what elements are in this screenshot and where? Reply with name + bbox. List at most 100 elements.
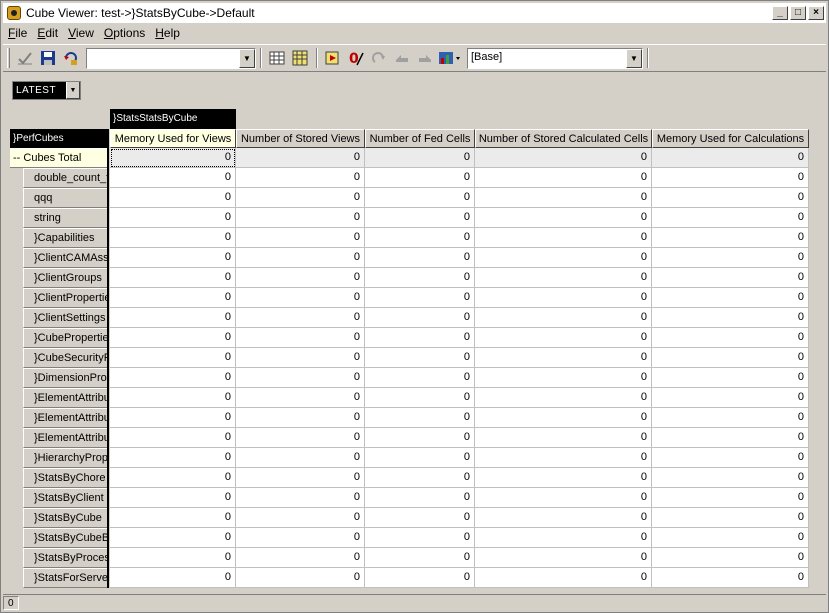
table-cell[interactable]: 0 <box>110 548 236 568</box>
table-cell[interactable]: 0 <box>652 388 809 408</box>
table-cell[interactable]: 0 <box>652 568 809 588</box>
table-cell[interactable]: 0 <box>652 548 809 568</box>
row-header[interactable]: }ClientGroups <box>10 268 107 288</box>
table-cell[interactable]: 0 <box>236 268 365 288</box>
table-cell[interactable]: 0 <box>365 408 475 428</box>
table-cell[interactable]: 0 <box>365 508 475 528</box>
table-cell[interactable]: 0 <box>365 428 475 448</box>
table-cell[interactable]: 0 <box>475 388 652 408</box>
title-bar[interactable]: Cube Viewer: test->}StatsByCube->Default… <box>3 3 826 23</box>
menu-item[interactable]: Help <box>150 26 185 40</box>
table-cell[interactable]: 0 <box>365 388 475 408</box>
table-cell[interactable]: 0 <box>365 368 475 388</box>
column-dimension-label[interactable]: }StatsStatsByCube <box>110 109 236 129</box>
table-cell[interactable]: 0 <box>475 208 652 228</box>
table-cell[interactable]: 0 <box>475 288 652 308</box>
table-cell[interactable]: 0 <box>236 208 365 228</box>
table-cell[interactable]: 0 <box>365 188 475 208</box>
table-cell[interactable]: 0 <box>110 288 236 308</box>
title-dimension-select[interactable]: LATEST ▼ <box>12 81 81 100</box>
table-cell[interactable]: 0 <box>475 488 652 508</box>
row-header[interactable]: }StatsByProces <box>10 548 107 568</box>
row-header[interactable]: }DimensionProp <box>10 368 107 388</box>
table-cell[interactable]: 0 <box>652 168 809 188</box>
row-header[interactable]: }ClientPropertie <box>10 288 107 308</box>
save-icon[interactable] <box>37 47 59 69</box>
table-cell[interactable]: 0 <box>365 268 475 288</box>
table-cell[interactable]: 0 <box>652 528 809 548</box>
table-cell[interactable]: 0 <box>236 328 365 348</box>
table-cell[interactable]: 0 <box>110 328 236 348</box>
table-cell[interactable]: 0 <box>236 348 365 368</box>
table-cell[interactable]: 0 <box>475 428 652 448</box>
table-cell[interactable]: 0 <box>652 268 809 288</box>
table-cell[interactable]: 0 <box>475 408 652 428</box>
table-cell[interactable]: 0 <box>236 168 365 188</box>
table-cell[interactable]: 0 <box>110 448 236 468</box>
table-cell[interactable]: 0 <box>652 468 809 488</box>
menu-item[interactable]: File <box>3 26 32 40</box>
row-header-total[interactable]: -- Cubes Total <box>10 148 107 168</box>
table-cell[interactable]: 0 <box>236 448 365 468</box>
table-cell[interactable]: 0 <box>236 308 365 328</box>
recalc-check-icon[interactable] <box>14 47 36 69</box>
table-cell[interactable]: 0 <box>475 448 652 468</box>
table-cell[interactable]: 0 <box>475 168 652 188</box>
table-cell[interactable]: 0 <box>475 148 652 168</box>
table-cell[interactable]: 0 <box>236 408 365 428</box>
table-cell[interactable]: 0 <box>110 388 236 408</box>
table-cell[interactable]: 0 <box>652 308 809 328</box>
row-header[interactable]: }HierarchyProp <box>10 448 107 468</box>
calculator-icon[interactable] <box>289 47 311 69</box>
row-header[interactable]: }StatsByClient <box>10 488 107 508</box>
maximize-button[interactable]: □ <box>790 6 806 20</box>
table-cell[interactable]: 0 <box>365 288 475 308</box>
subset-select[interactable]: [Base] ▼ <box>467 47 643 69</box>
table-cell[interactable]: 0 <box>365 528 475 548</box>
table-cell[interactable]: 0 <box>365 168 475 188</box>
table-cell[interactable]: 0 <box>652 428 809 448</box>
table-cell[interactable]: 0 <box>652 148 809 168</box>
table-cell[interactable]: 0 <box>110 528 236 548</box>
table-cell[interactable]: 0 <box>365 448 475 468</box>
table-cell[interactable]: 0 <box>236 228 365 248</box>
table-cell[interactable]: 0 <box>236 388 365 408</box>
row-header[interactable]: }StatsByChore <box>10 468 107 488</box>
chevron-down-icon[interactable]: ▼ <box>626 48 642 68</box>
table-cell[interactable]: 0 <box>236 248 365 268</box>
table-cell[interactable]: 0 <box>475 568 652 588</box>
forward-icon[interactable] <box>414 47 436 69</box>
row-header[interactable]: }StatsByCubeB <box>10 528 107 548</box>
table-cell[interactable]: 0 <box>652 408 809 428</box>
table-cell[interactable]: 0 <box>236 428 365 448</box>
row-header[interactable]: }ElementAttribu <box>10 428 107 448</box>
table-cell[interactable]: 0 <box>110 368 236 388</box>
table-cell[interactable]: 0 <box>110 188 236 208</box>
column-header[interactable]: Number of Stored Views <box>236 129 365 148</box>
table-cell[interactable]: 0 <box>110 488 236 508</box>
table-cell[interactable]: 0 <box>236 468 365 488</box>
row-header[interactable]: }ClientCAMAsso <box>10 248 107 268</box>
table-cell[interactable]: 0 <box>475 248 652 268</box>
table-cell[interactable]: 0 <box>110 208 236 228</box>
row-header[interactable]: double_count_t <box>10 168 107 188</box>
table-cell[interactable]: 0 <box>110 348 236 368</box>
table-cell[interactable]: 0 <box>365 548 475 568</box>
table-cell[interactable]: 0 <box>236 368 365 388</box>
table-cell[interactable]: 0 <box>652 328 809 348</box>
table-cell[interactable]: 0 <box>652 288 809 308</box>
table-cell[interactable]: 0 <box>365 468 475 488</box>
table-cell[interactable]: 0 <box>236 148 365 168</box>
table-cell[interactable]: 0 <box>236 548 365 568</box>
undo-icon[interactable] <box>391 47 413 69</box>
table-cell[interactable]: 0 <box>652 188 809 208</box>
table-cell[interactable]: 0 <box>652 208 809 228</box>
column-header[interactable]: Number of Stored Calculated Cells <box>475 129 652 148</box>
refresh-icon[interactable] <box>60 47 82 69</box>
column-header[interactable]: Number of Fed Cells <box>365 129 475 148</box>
table-cell[interactable]: 0 <box>475 548 652 568</box>
close-button[interactable]: × <box>808 6 824 20</box>
table-cell[interactable]: 0 <box>365 568 475 588</box>
menu-item[interactable]: Edit <box>32 26 63 40</box>
table-cell[interactable]: 0 <box>110 468 236 488</box>
